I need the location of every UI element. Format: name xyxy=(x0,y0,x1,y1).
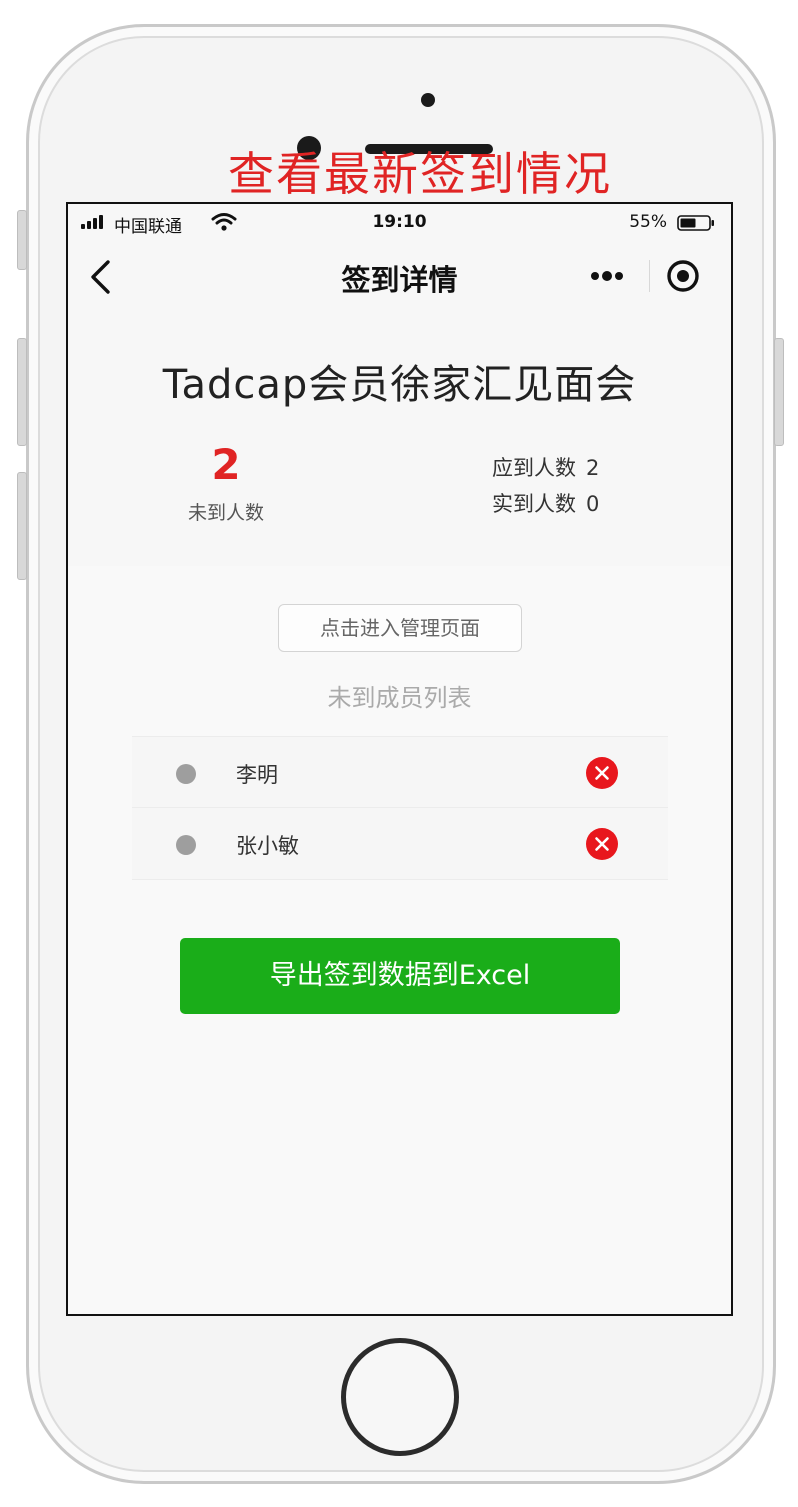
absent-count-label: 未到人数 xyxy=(187,502,264,524)
navigation-bar: 签到详情 xyxy=(68,244,731,310)
close-circle-icon[interactable] xyxy=(586,757,618,789)
front-camera xyxy=(421,93,435,107)
list-item: 张小敏 xyxy=(132,808,668,880)
absent-list-title: 未到成员列表 xyxy=(327,684,472,712)
actual-count-row: 实到人数 0 xyxy=(492,488,599,518)
volume-down-button xyxy=(17,472,27,580)
mini-program-capsule xyxy=(581,256,701,296)
status-dot xyxy=(176,764,196,784)
battery-icon xyxy=(677,215,714,231)
volume-up-button xyxy=(17,338,27,446)
member-name: 李明 xyxy=(236,763,278,787)
mute-switch xyxy=(17,210,27,270)
close-circle-icon[interactable] xyxy=(586,828,618,860)
target-icon[interactable] xyxy=(665,258,701,294)
power-button xyxy=(774,338,784,446)
absent-count: 2 xyxy=(211,440,241,489)
home-button[interactable] xyxy=(341,1338,459,1456)
capsule-divider xyxy=(649,260,650,292)
event-title: Tadcap会员徐家汇见面会 xyxy=(162,362,637,408)
expected-count-value: 2 xyxy=(586,456,600,480)
phone-screen: 中国联通 19:10 55% 签到详情 Tadcap会员徐家汇见面会 2 未到人… xyxy=(66,202,733,1316)
expected-count-label: 应到人数 xyxy=(492,456,576,480)
expected-count-row: 应到人数 2 xyxy=(492,452,599,482)
promo-caption: 查看最新签到情况 xyxy=(228,147,612,201)
more-icon[interactable] xyxy=(581,256,633,296)
status-dot xyxy=(176,835,196,855)
list-item: 李明 xyxy=(132,736,668,808)
member-name: 张小敏 xyxy=(236,834,299,858)
actual-count-label: 实到人数 xyxy=(492,492,576,516)
actual-count-value: 0 xyxy=(586,492,600,516)
manage-page-button[interactable]: 点击进入管理页面 xyxy=(278,604,522,652)
battery-percentage: 55% xyxy=(629,212,667,232)
status-bar: 中国联通 19:10 55% xyxy=(68,204,731,242)
absent-member-list: 李明 张小敏 xyxy=(132,736,668,880)
export-excel-button[interactable]: 导出签到数据到Excel xyxy=(180,938,620,1014)
